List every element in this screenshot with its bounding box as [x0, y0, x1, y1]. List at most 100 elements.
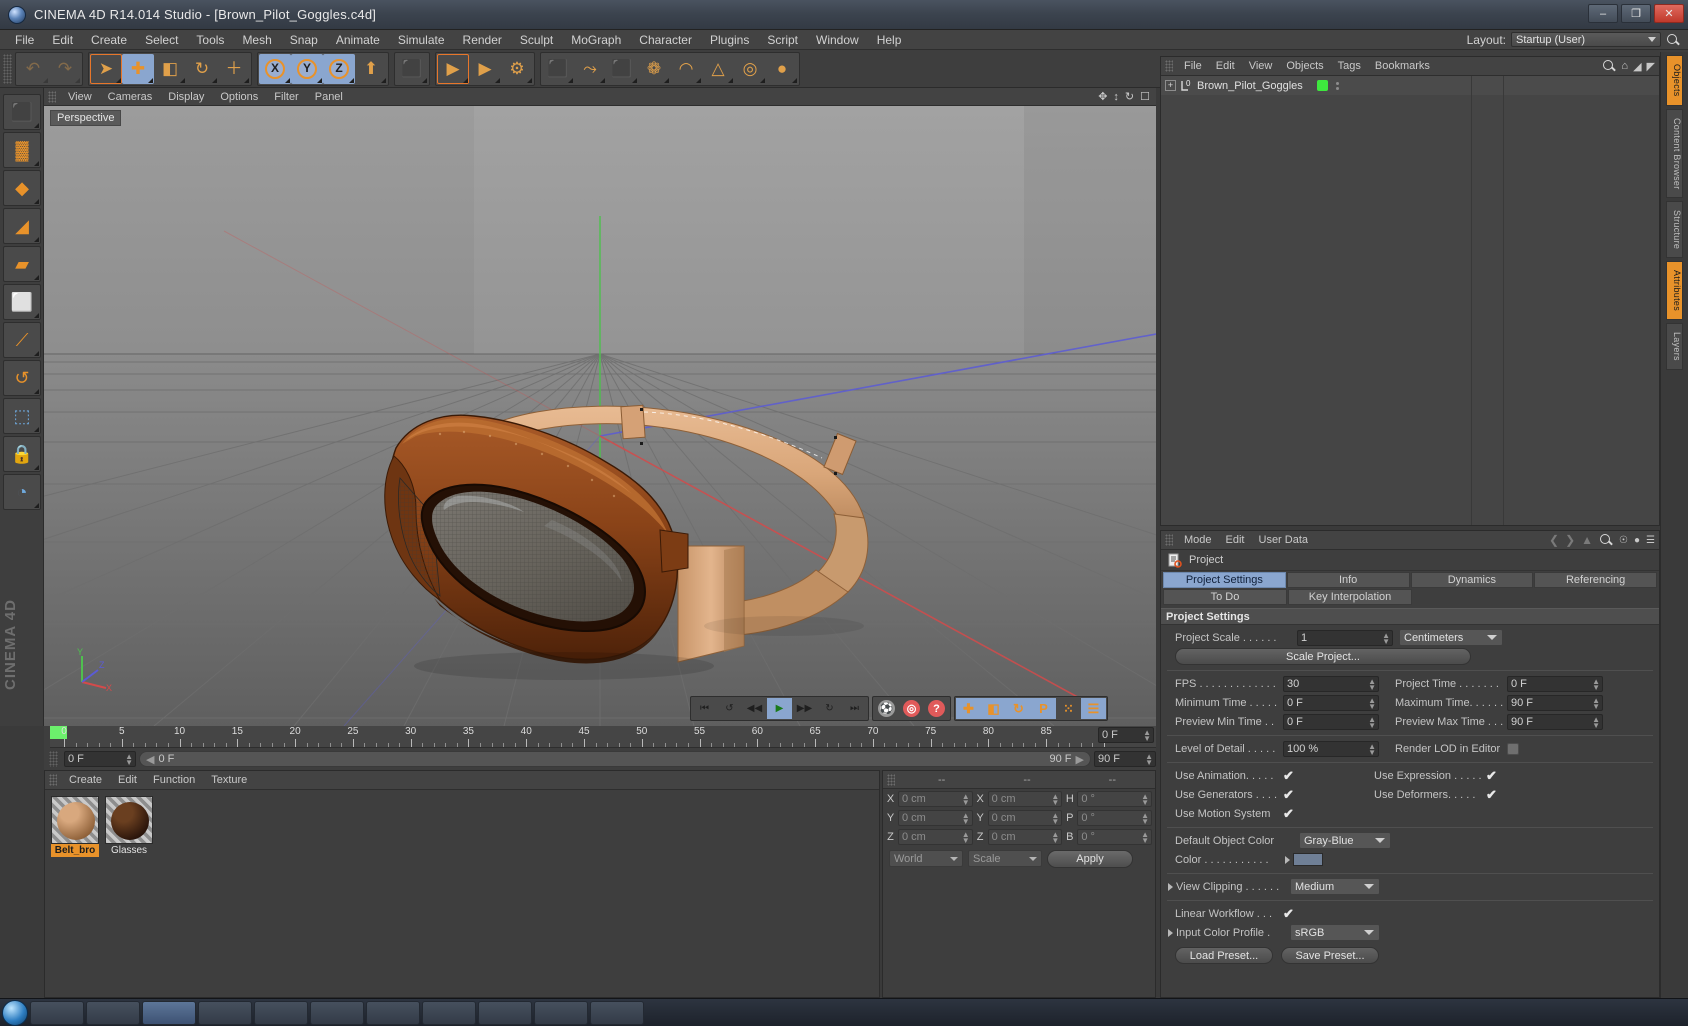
maximize-button[interactable]: ❐: [1621, 4, 1651, 23]
viewport-menu-cameras[interactable]: Cameras: [100, 90, 161, 104]
pin-icon[interactable]: ●: [1634, 535, 1640, 546]
viewport-solo-tool[interactable]: ⬚: [3, 398, 41, 434]
menu-item-edit[interactable]: Edit: [43, 31, 82, 49]
pan-icon[interactable]: ✥: [1098, 90, 1107, 103]
go-to-end-button[interactable]: ⏭: [842, 698, 867, 719]
maximize-viewport-icon[interactable]: ☐: [1140, 90, 1150, 103]
position-z-field[interactable]: 0 cm▲▼: [898, 829, 973, 845]
visibility-dots-icon[interactable]: [1336, 82, 1339, 90]
expand-triangle-icon[interactable]: [1168, 883, 1173, 891]
use-deformers-checkbox[interactable]: ✔: [1486, 788, 1499, 801]
tab-info[interactable]: Info: [1287, 572, 1410, 588]
attribute-menu-edit[interactable]: Edit: [1219, 533, 1252, 547]
point-level-animation-button[interactable]: ⁙: [1056, 698, 1081, 719]
spinner-icon[interactable]: ▲▼: [1382, 633, 1390, 645]
position-x-field[interactable]: 0 cm▲▼: [898, 791, 973, 807]
spline-pen-button[interactable]: ⤳: [574, 54, 606, 84]
spinner-icon[interactable]: ▲▼: [962, 794, 970, 806]
object-menu-objects[interactable]: Objects: [1279, 59, 1330, 73]
tab-referencing[interactable]: Referencing: [1534, 572, 1657, 588]
search-icon[interactable]: [1602, 59, 1616, 73]
popup-corner-icon[interactable]: [34, 237, 39, 242]
workplane-tool[interactable]: ⟋: [3, 322, 41, 358]
popup-corner-icon[interactable]: [34, 275, 39, 280]
viewport-menu-panel[interactable]: Panel: [307, 90, 351, 104]
spinner-icon[interactable]: ▲▼: [1141, 813, 1149, 825]
popup-corner-icon[interactable]: [463, 78, 468, 83]
spinner-icon[interactable]: ▲▼: [1141, 794, 1149, 806]
scale-key-button[interactable]: ◧: [981, 698, 1006, 719]
keyframe-selection-button[interactable]: ?: [924, 698, 949, 719]
rotation-h-field[interactable]: 0 °▲▼: [1077, 791, 1152, 807]
taskbar-item[interactable]: [310, 1001, 364, 1025]
taskbar-item[interactable]: [590, 1001, 644, 1025]
lock-z-axis[interactable]: Z: [323, 54, 355, 84]
tab-to-do[interactable]: To Do: [1163, 589, 1287, 605]
dock-tab-objects[interactable]: Objects: [1666, 55, 1683, 106]
popup-corner-icon[interactable]: [568, 78, 573, 83]
dock-tab-layers[interactable]: Layers: [1666, 323, 1683, 370]
material-item[interactable]: Glasses: [105, 796, 153, 857]
tab-dynamics[interactable]: Dynamics: [1411, 572, 1534, 588]
timeline-grip[interactable]: [49, 751, 58, 767]
material-list[interactable]: Belt_broGlasses: [45, 790, 879, 863]
scale-tool[interactable]: ◧: [154, 54, 186, 84]
menu-item-create[interactable]: Create: [82, 31, 136, 49]
render-lod-checkbox[interactable]: [1507, 743, 1519, 755]
world-coordinate-toggle[interactable]: ⬆: [355, 54, 387, 84]
go-to-start-button[interactable]: ⏮: [692, 698, 717, 719]
scale-project-button[interactable]: Scale Project...: [1175, 648, 1471, 665]
object-color-tag-icon[interactable]: [1317, 80, 1328, 91]
use-expression-checkbox[interactable]: ✔: [1486, 769, 1499, 782]
taskbar-item[interactable]: [366, 1001, 420, 1025]
view-clipping-dropdown[interactable]: Medium: [1290, 878, 1380, 895]
object-menu-view[interactable]: View: [1242, 59, 1280, 73]
object-axis-icon[interactable]: ⬛: [396, 54, 428, 84]
object-manager-grip[interactable]: [1165, 60, 1173, 72]
popup-corner-icon[interactable]: [34, 351, 39, 356]
default-object-color-dropdown[interactable]: Gray-Blue: [1299, 832, 1391, 849]
attribute-menu-mode[interactable]: Mode: [1177, 533, 1219, 547]
expand-icon[interactable]: ◤: [1647, 60, 1655, 73]
material-menu-create[interactable]: Create: [61, 773, 110, 787]
tab-project-settings[interactable]: Project Settings: [1163, 572, 1286, 588]
menu-item-character[interactable]: Character: [630, 31, 701, 49]
current-frame-field[interactable]: 0 F ▲▼: [64, 751, 136, 767]
minimize-button[interactable]: –: [1588, 4, 1618, 23]
viewport-grip[interactable]: [48, 91, 56, 103]
spinner-icon[interactable]: ▲▼: [1141, 832, 1149, 844]
expand-triangle-icon[interactable]: [1168, 929, 1173, 937]
menu-item-help[interactable]: Help: [868, 31, 911, 49]
menu-item-simulate[interactable]: Simulate: [389, 31, 454, 49]
popup-corner-icon[interactable]: [349, 78, 354, 83]
popup-corner-icon[interactable]: [34, 465, 39, 470]
viewport-menu-view[interactable]: View: [60, 90, 100, 104]
taskbar-item[interactable]: [422, 1001, 476, 1025]
tab-key-interpolation[interactable]: Key Interpolation: [1288, 589, 1412, 605]
object-menu-edit[interactable]: Edit: [1209, 59, 1242, 73]
popup-corner-icon[interactable]: [34, 161, 39, 166]
spinner-icon[interactable]: ▲▼: [1051, 832, 1059, 844]
rotation-b-field[interactable]: 0 °▲▼: [1077, 829, 1152, 845]
spinner-icon[interactable]: ▲▼: [1592, 679, 1600, 691]
menu-item-tools[interactable]: Tools: [187, 31, 233, 49]
edges-mode-tool[interactable]: ◢: [3, 208, 41, 244]
spinner-icon[interactable]: ▲▼: [1592, 717, 1600, 729]
polygons-mode-tool[interactable]: ▰: [3, 246, 41, 282]
home-icon[interactable]: ⌂: [1621, 60, 1628, 72]
spinner-icon[interactable]: ▲▼: [962, 832, 970, 844]
dock-tab-structure[interactable]: Structure: [1666, 201, 1683, 258]
environment-button[interactable]: △: [702, 54, 734, 84]
menu-item-file[interactable]: File: [6, 31, 43, 49]
model-mode-tool[interactable]: ⬛: [3, 94, 41, 130]
rotate-tool[interactable]: ↻: [186, 54, 218, 84]
taskbar-item-active[interactable]: [142, 1001, 196, 1025]
camera-button[interactable]: ◎: [734, 54, 766, 84]
coordinate-system-dropdown[interactable]: World: [889, 850, 963, 867]
popup-corner-icon[interactable]: [180, 78, 185, 83]
collapse-icon[interactable]: ◢: [1633, 60, 1641, 73]
project-unit-dropdown[interactable]: Centimeters: [1399, 629, 1503, 646]
render-view-button[interactable]: ▶: [437, 54, 469, 84]
popup-corner-icon[interactable]: [43, 78, 48, 83]
linear-workflow-checkbox[interactable]: ✔: [1283, 907, 1296, 920]
